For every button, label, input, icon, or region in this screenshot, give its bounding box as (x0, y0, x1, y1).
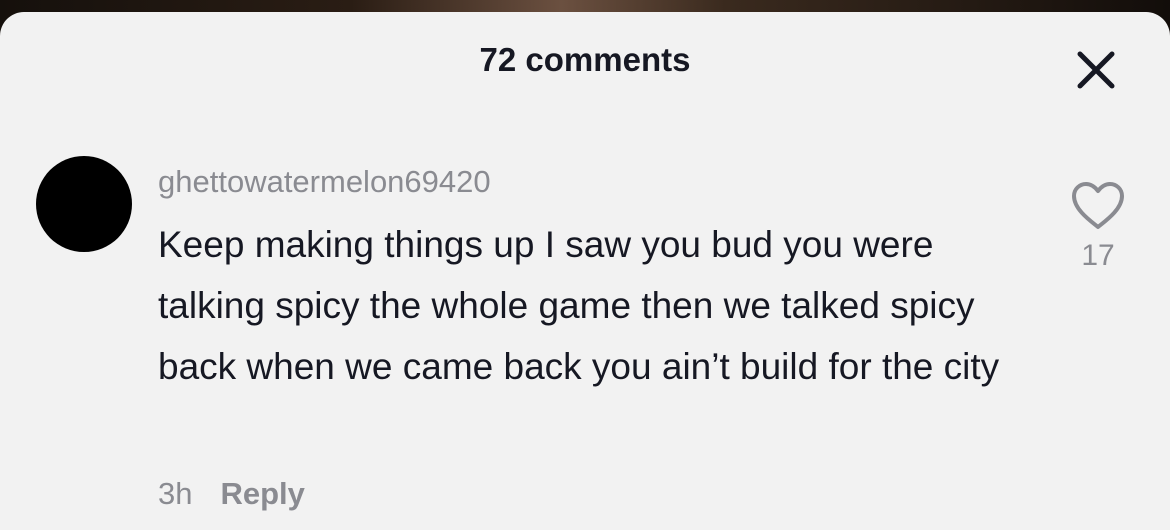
heart-outline-icon (1070, 181, 1126, 236)
like-button[interactable] (1066, 180, 1130, 236)
reply-button[interactable]: Reply (220, 472, 304, 516)
close-button[interactable] (1068, 44, 1124, 100)
like-group: 17 (1066, 180, 1130, 276)
comments-count-title: 72 comments (479, 41, 691, 78)
comment-username[interactable]: ghettowatermelon69420 (158, 162, 491, 202)
close-icon (1076, 50, 1116, 95)
avatar[interactable] (36, 156, 132, 252)
like-count: 17 (1081, 239, 1115, 272)
comment-text: Keep making things up I saw you bud you … (158, 224, 1000, 387)
comment-meta: 3h Reply (158, 472, 305, 516)
comment-timestamp: 3h (158, 476, 193, 511)
